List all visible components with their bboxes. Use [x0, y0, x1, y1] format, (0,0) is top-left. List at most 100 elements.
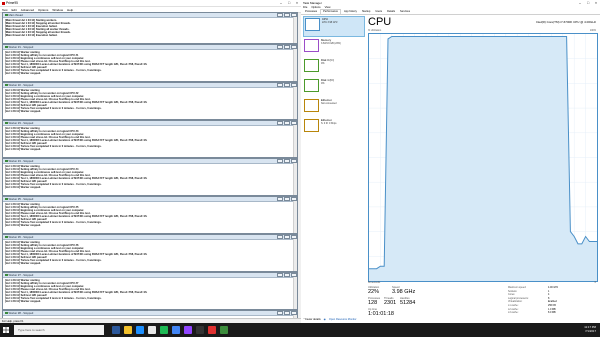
menu-item-file[interactable]: File [303, 6, 307, 9]
sparkline-thumbnail [305, 18, 320, 31]
worker-window[interactable]: Worker #5 - Stopped [Jul 1 23:11] Worker … [2, 196, 298, 234]
steam-icon[interactable] [196, 326, 204, 334]
worker-window[interactable]: Worker #6 - Stopped [Jul 1 23:11] Worker … [2, 234, 298, 272]
tab-app-history[interactable]: App history [342, 10, 359, 14]
maximize-icon[interactable] [284, 235, 290, 240]
menu-item-test[interactable]: Test [2, 8, 8, 12]
vertical-scrollbar[interactable] [293, 277, 297, 309]
sidebar-item-value: 0% [321, 82, 325, 86]
worker-window[interactable]: Worker #3 - Stopped [Jul 1 23:11] Worker … [2, 120, 298, 158]
sidebar-item-mem[interactable]: Memory 3.6/15.9 GB (23%) [303, 38, 365, 57]
vertical-scrollbar[interactable] [293, 125, 297, 157]
maximize-icon[interactable] [284, 13, 290, 18]
prime95-titlebar[interactable]: Prime95 – □ × [0, 0, 301, 7]
minimize-icon[interactable] [277, 83, 283, 88]
vertical-scrollbar[interactable] [293, 49, 297, 81]
minimize-icon[interactable] [277, 13, 283, 18]
spec-value: 4 [548, 293, 550, 297]
vertical-scrollbar[interactable] [293, 239, 297, 271]
spec-value: 8 [548, 296, 550, 300]
file-explorer-icon[interactable] [124, 326, 132, 334]
utilization-value: 22% [368, 289, 380, 295]
tab-details[interactable]: Details [385, 10, 397, 14]
maximize-icon[interactable]: □ [285, 1, 293, 5]
chrome-icon[interactable] [172, 326, 180, 334]
open-resource-monitor-link[interactable]: Open Resource Monitor [329, 318, 357, 321]
threads-value: 2301 [384, 300, 397, 306]
minimize-icon[interactable] [277, 159, 283, 164]
worker-icon [5, 121, 8, 125]
taskbar-search-box[interactable]: Type here to search [14, 325, 104, 335]
edge-browser-icon[interactable] [136, 326, 144, 334]
tab-startup[interactable]: Startup [360, 10, 372, 14]
maximize-icon[interactable] [284, 159, 290, 164]
resource-monitor-icon: ◉ [323, 318, 326, 321]
minimize-icon[interactable] [277, 273, 283, 278]
maximize-icon[interactable] [284, 311, 290, 316]
tab-processes[interactable]: Processes [303, 10, 319, 14]
prime95-taskbar-icon[interactable] [208, 326, 216, 334]
app-icon[interactable] [184, 326, 192, 334]
main-thread-window[interactable]: Main thread [Main thread Jul 1 23:11] Sta… [2, 12, 298, 44]
taskmgr-taskbar-icon[interactable] [220, 326, 228, 334]
sparkline-thumbnail [304, 79, 319, 92]
worker-window[interactable]: Worker #4 - Stopped [Jul 1 23:11] Worker … [2, 158, 298, 196]
menu-item-advanced[interactable]: Advanced [21, 8, 34, 12]
maximize-icon[interactable] [284, 45, 290, 50]
minimize-icon[interactable] [277, 121, 283, 126]
spec-label: L1 cache: [508, 304, 519, 307]
sidebar-item-text: CPU 22% 3.98 GHz [322, 17, 338, 25]
vertical-scrollbar[interactable] [293, 163, 297, 195]
worker-window[interactable]: Worker #1 - Stopped [Jul 1 23:11] Worker … [2, 44, 298, 82]
worker-window[interactable]: Worker #7 - Stopped [Jul 1 23:11] Worker … [2, 272, 298, 310]
spotify-icon[interactable] [160, 326, 168, 334]
windows-start-icon[interactable] [3, 327, 9, 333]
log-line: [Jul 1 23:11] Worker stopped. [5, 186, 41, 190]
menu-item-help[interactable]: Help [67, 8, 73, 12]
vertical-scrollbar[interactable] [293, 17, 297, 43]
worker-log: [Jul 1 23:11] Worker starting [Jul 1 23:1… [3, 88, 297, 114]
spec-label: Logical processors: [508, 296, 529, 300]
sidebar-item-cpu[interactable]: CPU 22% 3.98 GHz [303, 16, 365, 37]
sidebar-item-text: Disk 1 (D:) 0% [321, 78, 334, 86]
minimize-icon[interactable] [277, 45, 283, 50]
close-icon[interactable]: × [293, 1, 301, 5]
task-view-icon[interactable] [112, 326, 120, 334]
log-line: [Main thread Jul 1 23:11] Execution halt… [5, 33, 58, 37]
worker-icon [5, 311, 8, 315]
worker-window[interactable]: Worker #2 - Stopped [Jul 1 23:11] Worker … [2, 82, 298, 120]
menu-item-edit[interactable]: Edit [12, 8, 17, 12]
tab-users[interactable]: Users [373, 10, 384, 14]
system-tray-clock[interactable]: 11:17 PM 7/1/2017 [584, 325, 596, 333]
log-line: [Jul 1 23:11] Worker stopped. [5, 72, 41, 76]
minimize-icon[interactable] [277, 235, 283, 240]
maximize-icon[interactable] [284, 121, 290, 126]
tab-performance[interactable]: Performance [320, 9, 341, 14]
minimize-icon[interactable] [277, 311, 283, 316]
worker-window-title: Worker #3 - Stopped [8, 121, 34, 125]
minimize-icon[interactable] [277, 197, 283, 202]
worker-log: [Jul 1 23:11] Worker starting [Jul 1 23:1… [3, 240, 297, 266]
cpu-graph-svg [369, 34, 597, 281]
spec-value: 1 [548, 289, 550, 293]
vertical-scrollbar[interactable] [293, 87, 297, 119]
worker-icon [5, 159, 8, 163]
sidebar-item-eth[interactable]: Ethernet S: 0 R: 0 Kbps [303, 118, 365, 137]
sidebar-item-eth[interactable]: Ethernet Not connected [303, 98, 365, 117]
maximize-icon[interactable] [284, 273, 290, 278]
sidebar-item-disk[interactable]: Disk 0 (C:) 0% [303, 58, 365, 77]
fewer-details-link[interactable]: Fewer details [305, 318, 320, 321]
log-line: [Jul 1 23:11] Worker stopped. [5, 300, 41, 304]
maximize-icon[interactable] [284, 83, 290, 88]
tab-services[interactable]: Services [398, 10, 412, 14]
vertical-scrollbar[interactable] [293, 201, 297, 233]
menu-item-options[interactable]: Options [38, 8, 48, 12]
maximize-icon[interactable] [284, 197, 290, 202]
minimize-icon[interactable]: – [277, 1, 285, 5]
menu-item-window[interactable]: Window [52, 8, 63, 12]
sidebar-item-disk[interactable]: Disk 1 (D:) 0% [303, 78, 365, 97]
close-icon[interactable]: × [592, 1, 600, 5]
maximize-icon[interactable]: □ [584, 1, 592, 5]
store-icon[interactable] [148, 326, 156, 334]
minimize-icon[interactable]: – [576, 1, 584, 5]
